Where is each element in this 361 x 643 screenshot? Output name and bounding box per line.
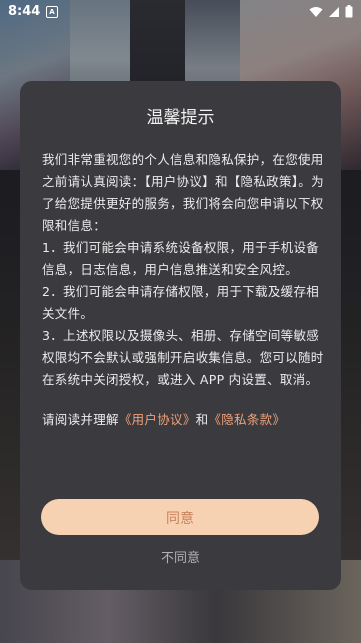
permission-item-2: 2．我们可能会申请存储权限，用于下载及缓存相关文件。 (42, 284, 320, 321)
and-text: 和 (195, 412, 209, 427)
permission-item-1: 1．我们可能会申请系统设备权限，用于手机设备信息，日志信息，用户信息推送和安全风… (42, 240, 320, 277)
status-bar: 8:44 A (0, 0, 361, 24)
dialog-body: 我们非常重视您的个人信息和隐私保护，在您使用之前请认真阅读：【用户协议】和【隐私… (42, 149, 324, 431)
wifi-icon (309, 6, 323, 17)
permission-item-3: 3．上述权限以及摄像头、相册、存储空间等敏感权限均不会默认或强制开启收集信息。您… (42, 328, 324, 387)
agree-button[interactable]: 同意 (41, 499, 319, 535)
user-agreement-link[interactable]: 《用户协议》 (119, 412, 196, 427)
status-icons (309, 5, 353, 18)
app-notification-icon: A (46, 6, 58, 18)
signal-icon (329, 6, 339, 17)
read-notice: 请阅读并理解《用户协议》和《隐私条款》 (42, 409, 324, 431)
privacy-dialog: 温馨提示 我们非常重视您的个人信息和隐私保护，在您使用之前请认真阅读：【用户协议… (20, 81, 341, 590)
intro-paragraph: 我们非常重视您的个人信息和隐私保护，在您使用之前请认真阅读：【用户协议】和【隐私… (42, 152, 324, 233)
status-time: 8:44 (8, 4, 41, 19)
privacy-policy-link[interactable]: 《隐私条款》 (208, 412, 285, 427)
read-prefix: 请阅读并理解 (42, 412, 119, 427)
disagree-button[interactable]: 不同意 (20, 547, 341, 566)
dialog-title: 温馨提示 (146, 108, 215, 128)
battery-icon (345, 5, 353, 18)
